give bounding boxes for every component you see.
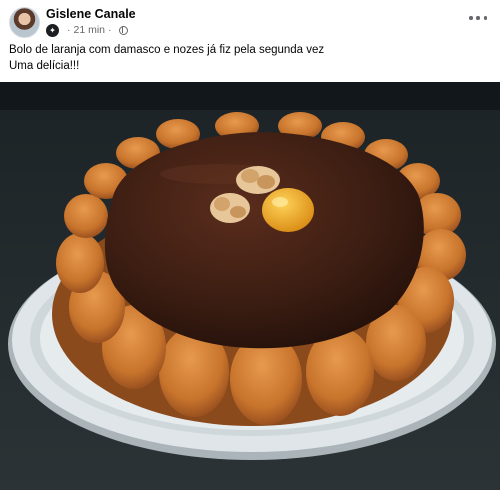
author-name[interactable]: Gislene Canale	[46, 7, 136, 21]
post-text: Bolo de laranja com damasco e nozes já f…	[9, 43, 324, 74]
post-text-line-2: Uma delícia!!!	[9, 59, 80, 72]
globe-icon[interactable]	[118, 25, 128, 35]
post-header: Gislene Canale ✦ · 21 min ·	[0, 0, 500, 40]
more-options-icon[interactable]	[469, 9, 487, 27]
post-timestamp[interactable]: 21 min	[74, 24, 106, 36]
post-photo[interactable]	[0, 82, 500, 490]
chocolate-glaze	[104, 132, 424, 349]
profile-badge-icon: ✦	[46, 23, 59, 37]
apricot-topping	[262, 188, 314, 232]
post-text-line-1: Bolo de laranja com damasco e nozes já f…	[9, 44, 325, 56]
post-meta: ✦ · 21 min ·	[46, 23, 128, 37]
author-avatar[interactable]	[9, 7, 40, 38]
meta-separator: ·	[67, 24, 71, 36]
meta-separator-2: ·	[108, 24, 112, 36]
